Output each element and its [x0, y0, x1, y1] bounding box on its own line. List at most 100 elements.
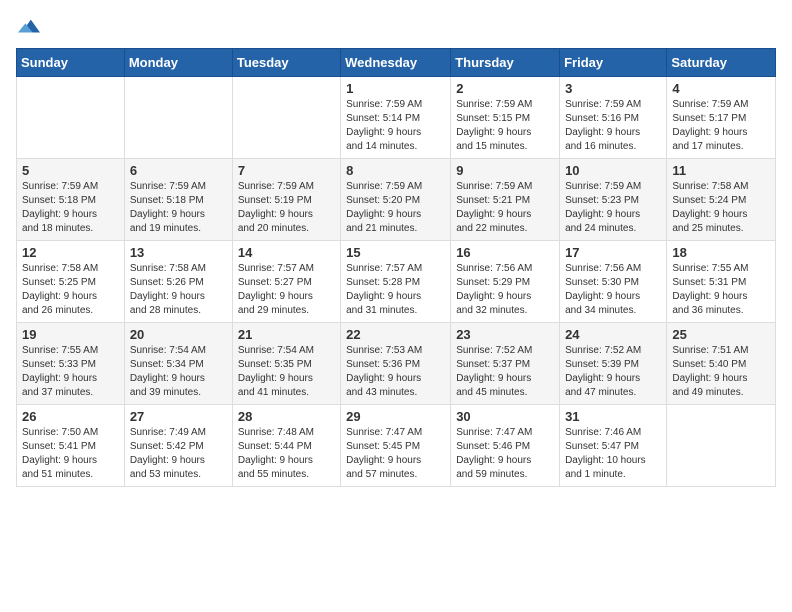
- day-info: Sunrise: 7:59 AM Sunset: 5:18 PM Dayligh…: [130, 180, 227, 236]
- calendar-cell: 23Sunrise: 7:52 AM Sunset: 5:37 PM Dayli…: [451, 323, 560, 405]
- calendar-cell: 7 Sunrise: 7:59 AM Sunset: 5:19 PM Daylig…: [232, 159, 340, 241]
- day-number: 25: [672, 327, 770, 342]
- calendar-cell: 18 Sunrise: 7:55 AM Sunset: 5:31 PM Dayli…: [667, 241, 776, 323]
- day-info: Sunrise: 7:56 AM Sunset: 5:30 PM Dayligh…: [565, 262, 661, 318]
- day-info: Sunrise: 7:49 AM Sunset: 5:42 PM Dayligh…: [130, 426, 227, 482]
- day-number: 7: [238, 163, 335, 178]
- day-info: Sunrise: 7:51 AM Sunset: 5:40 PM Dayligh…: [672, 344, 770, 400]
- calendar-cell: 3Sunrise: 7:59 AM Sunset: 5:16 PM Daylig…: [560, 77, 667, 159]
- calendar-cell: 30Sunrise: 7:47 AM Sunset: 5:46 PM Dayli…: [451, 405, 560, 487]
- day-info: Sunrise: 7:54 AM Sunset: 5:35 PM Dayligh…: [238, 344, 335, 400]
- day-info: Sunrise: 7:59 AM Sunset: 5:18 PM Dayligh…: [22, 180, 119, 236]
- day-number: 28: [238, 409, 335, 424]
- calendar-cell: 17Sunrise: 7:56 AM Sunset: 5:30 PM Dayli…: [560, 241, 667, 323]
- day-number: 8: [346, 163, 445, 178]
- day-info: Sunrise: 7:47 AM Sunset: 5:45 PM Dayligh…: [346, 426, 445, 482]
- header: [16, 16, 776, 38]
- logo-icon: [18, 16, 40, 38]
- day-info: Sunrise: 7:53 AM Sunset: 5:36 PM Dayligh…: [346, 344, 445, 400]
- calendar-cell: 9 Sunrise: 7:59 AM Sunset: 5:21 PM Daylig…: [451, 159, 560, 241]
- day-info: Sunrise: 7:46 AM Sunset: 5:47 PM Dayligh…: [565, 426, 661, 482]
- day-number: 22: [346, 327, 445, 342]
- day-number: 27: [130, 409, 227, 424]
- weekday-header-tuesday: Tuesday: [232, 49, 340, 77]
- day-info: Sunrise: 7:59 AM Sunset: 5:20 PM Dayligh…: [346, 180, 445, 236]
- day-info: Sunrise: 7:50 AM Sunset: 5:41 PM Dayligh…: [22, 426, 119, 482]
- page: SundayMondayTuesdayWednesdayThursdayFrid…: [0, 0, 792, 612]
- day-number: 30: [456, 409, 554, 424]
- calendar-cell: 14Sunrise: 7:57 AM Sunset: 5:27 PM Dayli…: [232, 241, 340, 323]
- weekday-header-thursday: Thursday: [451, 49, 560, 77]
- day-number: 21: [238, 327, 335, 342]
- week-row-1: 1 Sunrise: 7:59 AM Sunset: 5:14 PM Daylig…: [17, 77, 776, 159]
- day-info: Sunrise: 7:55 AM Sunset: 5:31 PM Dayligh…: [672, 262, 770, 318]
- day-number: 10: [565, 163, 661, 178]
- day-info: Sunrise: 7:58 AM Sunset: 5:24 PM Dayligh…: [672, 180, 770, 236]
- week-row-5: 26 Sunrise: 7:50 AM Sunset: 5:41 PM Dayli…: [17, 405, 776, 487]
- calendar-cell: [232, 77, 340, 159]
- calendar-cell: [17, 77, 125, 159]
- weekday-header-saturday: Saturday: [667, 49, 776, 77]
- calendar-cell: 13Sunrise: 7:58 AM Sunset: 5:26 PM Dayli…: [124, 241, 232, 323]
- day-info: Sunrise: 7:55 AM Sunset: 5:33 PM Dayligh…: [22, 344, 119, 400]
- day-number: 26: [22, 409, 119, 424]
- day-number: 5: [22, 163, 119, 178]
- calendar-cell: 26 Sunrise: 7:50 AM Sunset: 5:41 PM Dayli…: [17, 405, 125, 487]
- calendar-cell: [667, 405, 776, 487]
- calendar-cell: 5 Sunrise: 7:59 AM Sunset: 5:18 PM Daylig…: [17, 159, 125, 241]
- day-number: 9: [456, 163, 554, 178]
- calendar-cell: 15 Sunrise: 7:57 AM Sunset: 5:28 PM Dayli…: [341, 241, 451, 323]
- day-info: Sunrise: 7:56 AM Sunset: 5:29 PM Dayligh…: [456, 262, 554, 318]
- day-info: Sunrise: 7:48 AM Sunset: 5:44 PM Dayligh…: [238, 426, 335, 482]
- calendar-cell: 19 Sunrise: 7:55 AM Sunset: 5:33 PM Dayli…: [17, 323, 125, 405]
- day-number: 31: [565, 409, 661, 424]
- day-number: 29: [346, 409, 445, 424]
- calendar-cell: 22 Sunrise: 7:53 AM Sunset: 5:36 PM Dayli…: [341, 323, 451, 405]
- calendar-cell: 21 Sunrise: 7:54 AM Sunset: 5:35 PM Dayli…: [232, 323, 340, 405]
- day-number: 20: [130, 327, 227, 342]
- day-number: 6: [130, 163, 227, 178]
- day-info: Sunrise: 7:59 AM Sunset: 5:19 PM Dayligh…: [238, 180, 335, 236]
- day-info: Sunrise: 7:57 AM Sunset: 5:28 PM Dayligh…: [346, 262, 445, 318]
- calendar-cell: 31 Sunrise: 7:46 AM Sunset: 5:47 PM Dayli…: [560, 405, 667, 487]
- calendar-cell: [124, 77, 232, 159]
- calendar-cell: 29 Sunrise: 7:47 AM Sunset: 5:45 PM Dayli…: [341, 405, 451, 487]
- day-info: Sunrise: 7:58 AM Sunset: 5:26 PM Dayligh…: [130, 262, 227, 318]
- calendar-cell: 20 Sunrise: 7:54 AM Sunset: 5:34 PM Dayli…: [124, 323, 232, 405]
- day-number: 18: [672, 245, 770, 260]
- day-number: 4: [672, 81, 770, 96]
- calendar-cell: 27 Sunrise: 7:49 AM Sunset: 5:42 PM Dayli…: [124, 405, 232, 487]
- day-number: 16: [456, 245, 554, 260]
- day-number: 11: [672, 163, 770, 178]
- day-number: 1: [346, 81, 445, 96]
- calendar-cell: 28 Sunrise: 7:48 AM Sunset: 5:44 PM Dayli…: [232, 405, 340, 487]
- day-number: 12: [22, 245, 119, 260]
- day-info: Sunrise: 7:59 AM Sunset: 5:14 PM Dayligh…: [346, 98, 445, 154]
- day-number: 19: [22, 327, 119, 342]
- day-info: Sunrise: 7:59 AM Sunset: 5:17 PM Dayligh…: [672, 98, 770, 154]
- calendar-cell: 4 Sunrise: 7:59 AM Sunset: 5:17 PM Daylig…: [667, 77, 776, 159]
- week-row-4: 19 Sunrise: 7:55 AM Sunset: 5:33 PM Dayli…: [17, 323, 776, 405]
- day-number: 14: [238, 245, 335, 260]
- weekday-header-friday: Friday: [560, 49, 667, 77]
- weekday-header-sunday: Sunday: [17, 49, 125, 77]
- day-number: 15: [346, 245, 445, 260]
- day-info: Sunrise: 7:52 AM Sunset: 5:37 PM Dayligh…: [456, 344, 554, 400]
- day-info: Sunrise: 7:59 AM Sunset: 5:16 PM Dayligh…: [565, 98, 661, 154]
- weekday-header-row: SundayMondayTuesdayWednesdayThursdayFrid…: [17, 49, 776, 77]
- calendar-cell: 24 Sunrise: 7:52 AM Sunset: 5:39 PM Dayli…: [560, 323, 667, 405]
- day-number: 2: [456, 81, 554, 96]
- calendar-cell: 6 Sunrise: 7:59 AM Sunset: 5:18 PM Daylig…: [124, 159, 232, 241]
- day-info: Sunrise: 7:52 AM Sunset: 5:39 PM Dayligh…: [565, 344, 661, 400]
- calendar-cell: 16 Sunrise: 7:56 AM Sunset: 5:29 PM Dayli…: [451, 241, 560, 323]
- day-info: Sunrise: 7:59 AM Sunset: 5:21 PM Dayligh…: [456, 180, 554, 236]
- logo: [16, 16, 40, 38]
- day-info: Sunrise: 7:54 AM Sunset: 5:34 PM Dayligh…: [130, 344, 227, 400]
- calendar-cell: 8 Sunrise: 7:59 AM Sunset: 5:20 PM Daylig…: [341, 159, 451, 241]
- weekday-header-wednesday: Wednesday: [341, 49, 451, 77]
- day-info: Sunrise: 7:59 AM Sunset: 5:15 PM Dayligh…: [456, 98, 554, 154]
- calendar-cell: 1 Sunrise: 7:59 AM Sunset: 5:14 PM Daylig…: [341, 77, 451, 159]
- day-number: 24: [565, 327, 661, 342]
- calendar-cell: 10 Sunrise: 7:59 AM Sunset: 5:23 PM Dayli…: [560, 159, 667, 241]
- day-info: Sunrise: 7:59 AM Sunset: 5:23 PM Dayligh…: [565, 180, 661, 236]
